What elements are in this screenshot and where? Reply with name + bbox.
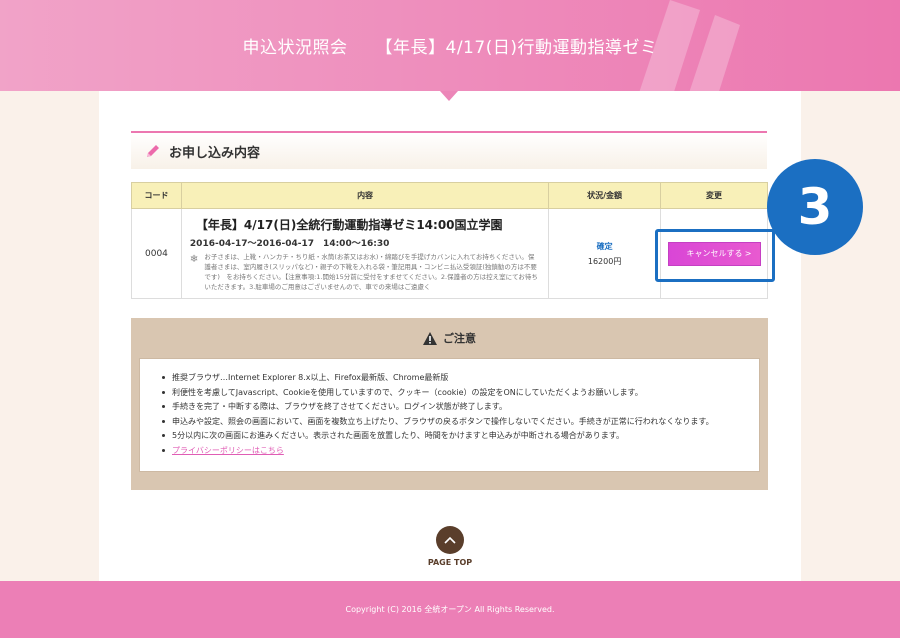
copyright-text: Copyright (C) 2016 全統オープン All Rights Res… bbox=[345, 605, 555, 614]
table-header-row: コード 内容 状況/金額 変更 bbox=[131, 182, 768, 209]
chevron-right-icon: > bbox=[744, 249, 752, 258]
list-item: 手続きを完了・中断する際は、ブラウザを終了させてください。ログイン状態が終了しま… bbox=[162, 400, 737, 415]
snowflake-icon: ❄ bbox=[189, 253, 199, 265]
course-date: 2016-04-17～2016-04-17 14:00～16:30 bbox=[189, 238, 390, 249]
header-content: 内容 bbox=[180, 182, 550, 209]
section-title: お申し込み内容 bbox=[169, 145, 261, 161]
header-status: 状況/金額 bbox=[548, 182, 661, 209]
header-change: 変更 bbox=[660, 182, 768, 209]
warning-icon bbox=[423, 331, 437, 345]
main-panel: お申し込み内容 コード 内容 状況/金額 変更 0004 【年長】4/17(日)… bbox=[99, 91, 801, 581]
list-item: プライバシーポリシーはこちら bbox=[162, 444, 737, 459]
row-code: 0004 bbox=[131, 208, 182, 299]
course-title: 【年長】4/17(日)全統行動運動指導ゼミ14:00国立学園 bbox=[195, 217, 503, 232]
list-item: 利便性を考慮してJavascript、Cookieを使用していますので、クッキー… bbox=[162, 386, 737, 401]
row-change: キャンセルする > bbox=[660, 208, 768, 299]
header-code: コード bbox=[131, 182, 182, 209]
notice-body: 推奨ブラウザ…Internet Explorer 8.x以上、Firefox最新… bbox=[139, 358, 760, 472]
page-top-circle[interactable] bbox=[436, 526, 464, 554]
notice-header: ご注意 bbox=[139, 318, 760, 358]
page-title-course: 【年長】4/17(日)行動運動指導ゼミ bbox=[375, 38, 658, 58]
page-footer: Copyright (C) 2016 全統オープン All Rights Res… bbox=[0, 581, 900, 638]
privacy-policy-link[interactable]: プライバシーポリシーはこちら bbox=[172, 446, 284, 455]
list-item: 5分以内に次の画面にお進みください。表示された画面を放置したり、時間をかけますと… bbox=[162, 429, 737, 444]
header-notch bbox=[440, 91, 458, 101]
list-item: 申込みや設定、照会の画面において、画面を複数立ち上げたり、ブラウザの戻るボタンで… bbox=[162, 415, 737, 430]
row-status: 確定 16200円 bbox=[548, 208, 661, 299]
application-table: コード 内容 状況/金額 変更 0004 【年長】4/17(日)全統行動運動指導… bbox=[131, 182, 768, 299]
table-row: 0004 【年長】4/17(日)全統行動運動指導ゼミ14:00国立学園 2016… bbox=[131, 208, 768, 299]
page-header: 申込状況照会 【年長】4/17(日)行動運動指導ゼミ bbox=[0, 0, 900, 91]
notice-list: 推奨ブラウザ…Internet Explorer 8.x以上、Firefox最新… bbox=[162, 371, 737, 458]
page-title: 申込状況照会 【年長】4/17(日)行動運動指導ゼミ bbox=[0, 0, 900, 91]
cancel-button[interactable]: キャンセルする > bbox=[667, 241, 761, 266]
page-top-button[interactable]: PAGE TOP bbox=[428, 526, 472, 567]
status-badge: 確定 bbox=[596, 241, 613, 251]
cancel-button-label: キャンセルする bbox=[686, 249, 743, 258]
notice-box: ご注意 推奨ブラウザ…Internet Explorer 8.x以上、Firef… bbox=[131, 318, 768, 490]
row-content: 【年長】4/17(日)全統行動運動指導ゼミ14:00国立学園 2016-04-1… bbox=[180, 208, 550, 299]
step-number-badge: 3 bbox=[767, 159, 863, 255]
chevron-up-icon bbox=[444, 536, 456, 544]
status-amount: 16200円 bbox=[587, 256, 622, 266]
pencil-icon bbox=[147, 145, 159, 157]
page-top-label[interactable]: PAGE TOP bbox=[415, 558, 485, 567]
list-item: 推奨ブラウザ…Internet Explorer 8.x以上、Firefox最新… bbox=[162, 371, 737, 386]
course-note: ❄ お子さまは、上靴・ハンカチ・ちり紙・水筒(お茶又はお水)・綿踏びを手提げカバ… bbox=[190, 252, 540, 292]
course-note-text: お子さまは、上靴・ハンカチ・ちり紙・水筒(お茶又はお水)・綿踏びを手提げカバンに… bbox=[204, 252, 538, 291]
page-title-main: 申込状況照会 bbox=[242, 38, 348, 58]
section-header: お申し込み内容 bbox=[131, 131, 767, 169]
notice-title: ご注意 bbox=[443, 332, 476, 345]
